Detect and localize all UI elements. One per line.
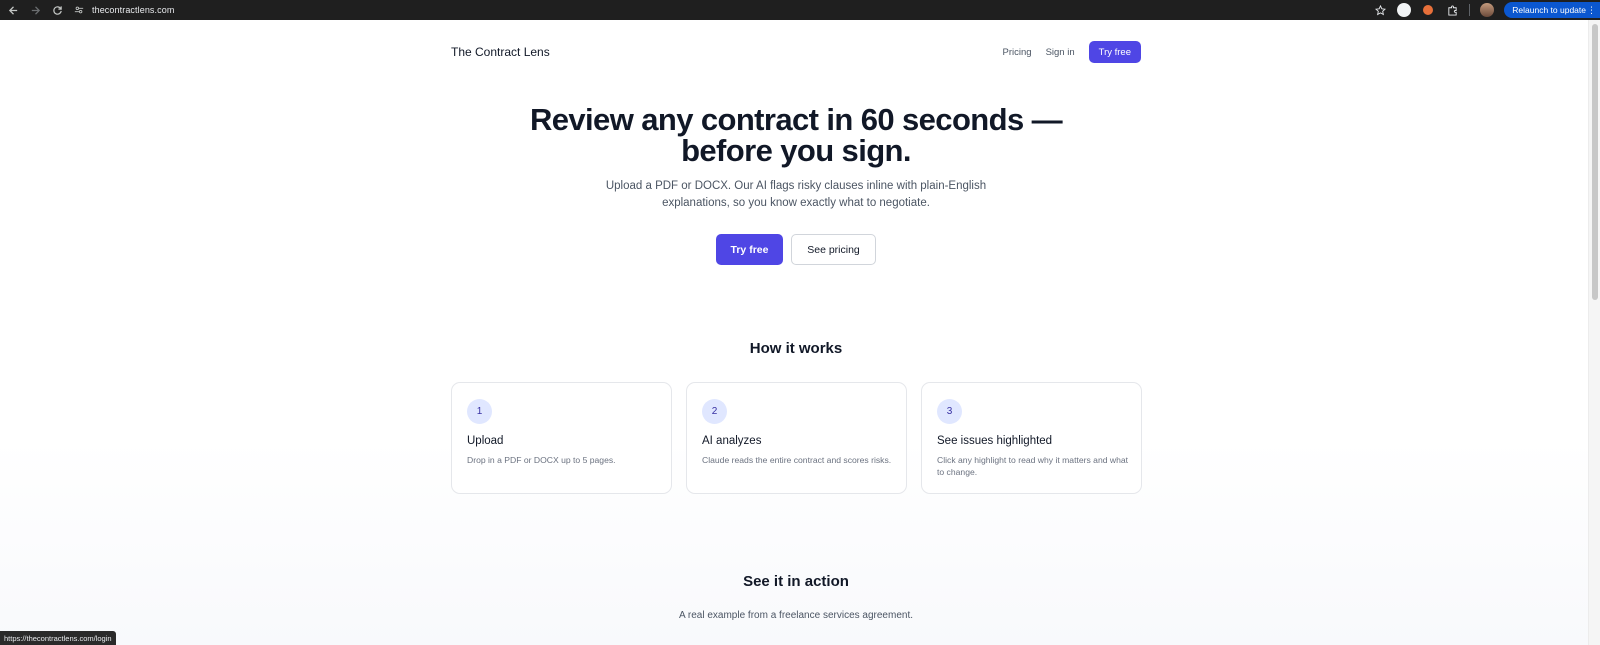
hero-title: Review any contract in 60 seconds — befo… xyxy=(0,104,1588,166)
brand-logo[interactable]: The Contract Lens xyxy=(451,45,550,59)
relaunch-button[interactable]: Relaunch to update ⋮ xyxy=(1504,2,1600,18)
see-it-in-action-title: See it in action xyxy=(743,573,849,590)
bookmark-star-icon[interactable] xyxy=(1373,3,1387,17)
step-title: AI analyzes xyxy=(702,435,762,447)
how-it-works-cards: 1 Upload Drop in a PDF or DOCX up to 5 p… xyxy=(451,382,1142,494)
relaunch-label: Relaunch to update xyxy=(1512,5,1586,15)
nav-try-free-button[interactable]: Try free xyxy=(1088,41,1141,63)
step-number-badge: 2 xyxy=(702,399,727,424)
site-header: The Contract Lens Pricing Sign in Try fr… xyxy=(451,40,1141,64)
address-bar[interactable]: thecontractlens.com xyxy=(72,2,174,18)
step-card-ai-analyzes: 2 AI analyzes Claude reads the entire co… xyxy=(686,382,907,494)
link-status-bar: https://thecontractlens.com/login xyxy=(0,631,116,645)
url-text: thecontractlens.com xyxy=(92,5,175,15)
nav-link-signin[interactable]: Sign in xyxy=(1046,47,1075,58)
hero-subtitle-line-1: Upload a PDF or DOCX. Our AI flags risky… xyxy=(605,180,987,192)
hero-try-free-button[interactable]: Try free xyxy=(716,234,783,265)
how-it-works-title: How it works xyxy=(749,340,843,357)
step-title: Upload xyxy=(467,435,504,447)
browser-toolbar: thecontractlens.com Relaunch to update ⋮ xyxy=(0,0,1600,20)
step-description: Click any highlight to read why it matte… xyxy=(937,455,1129,477)
toolbar-divider xyxy=(1469,4,1471,16)
step-description: Claude reads the entire contract and sco… xyxy=(702,455,892,465)
extensions-puzzle-icon[interactable] xyxy=(1445,3,1459,17)
extension-orange-icon[interactable] xyxy=(1421,3,1435,17)
step-description: Drop in a PDF or DOCX up to 5 pages. xyxy=(467,455,616,465)
reload-icon[interactable] xyxy=(48,1,66,19)
forward-icon[interactable] xyxy=(26,1,44,19)
step-card-see-issues: 3 See issues highlighted Click any highl… xyxy=(921,382,1142,494)
hero-subtitle-line-2: explanations, so you know exactly what t… xyxy=(662,197,930,209)
extension-white-icon[interactable] xyxy=(1397,3,1412,17)
step-number-badge: 3 xyxy=(937,399,962,424)
page-scrollbar[interactable] xyxy=(1588,20,1600,645)
step-card-upload: 1 Upload Drop in a PDF or DOCX up to 5 p… xyxy=(451,382,672,494)
see-it-in-action-subtitle: A real example from a freelance services… xyxy=(679,610,913,621)
step-title: See issues highlighted xyxy=(937,435,1053,447)
hero-cta-group: Try free See pricing xyxy=(716,234,876,265)
page-content: The Contract Lens Pricing Sign in Try fr… xyxy=(0,20,1588,645)
hero-title-line-2: before you sign. xyxy=(681,133,911,168)
hero-subtitle: Upload a PDF or DOCX. Our AI flags risky… xyxy=(0,178,1588,212)
profile-avatar[interactable] xyxy=(1480,3,1495,17)
step-number-badge: 1 xyxy=(467,399,492,424)
hero-see-pricing-button[interactable]: See pricing xyxy=(791,234,876,265)
back-icon[interactable] xyxy=(4,1,22,19)
more-menu-icon[interactable]: ⋮ xyxy=(1587,4,1596,16)
nav-link-pricing[interactable]: Pricing xyxy=(1003,47,1032,58)
scrollbar-thumb[interactable] xyxy=(1592,24,1598,300)
hero-title-line-1: Review any contract in 60 seconds — xyxy=(529,102,1063,137)
site-settings-icon[interactable] xyxy=(72,3,86,17)
